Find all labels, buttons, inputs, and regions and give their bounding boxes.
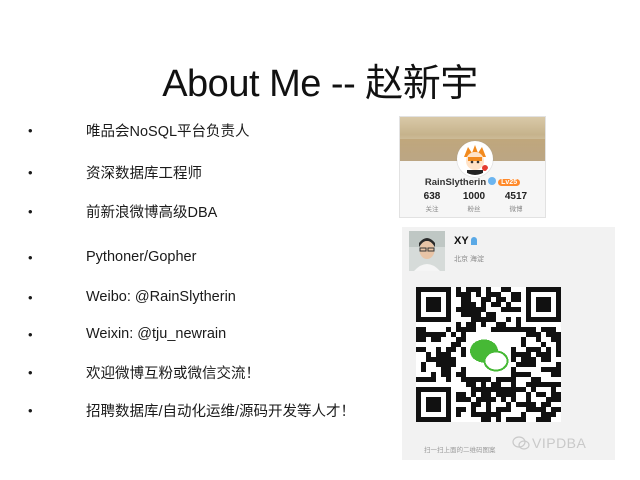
weibo-avatar	[457, 141, 493, 177]
qr-caption: 扫一扫上面的二维码图案	[424, 447, 496, 454]
bullet-item: • 招聘数据库/自动化运维/源码开发等人才！	[28, 399, 355, 421]
bullet-text: 前新浪微博高级DBA	[86, 204, 218, 221]
bullet-marker: •	[28, 289, 33, 305]
weibo-username-row: RainSlytherin Lv25	[400, 177, 545, 188]
bullet-marker: •	[28, 402, 33, 418]
bullet-text: Weixin: @tju_newrain	[86, 326, 227, 342]
bullet-item: • Weixin: @tju_newrain	[28, 323, 226, 345]
wechat-qr-card: XY 北京 海淀 扫一扫上面的二维码图案 VIPDBA	[402, 227, 615, 460]
bullet-item: • 欢迎微博互粉或微信交流！	[28, 361, 260, 383]
watermark-text: VIPDBA	[532, 435, 587, 451]
bullet-text: 欢迎微博互粉或微信交流！	[86, 365, 260, 382]
wechat-name-row: XY	[454, 235, 477, 247]
qr-code-icon	[416, 287, 561, 422]
stat-value: 1000	[462, 191, 486, 202]
verified-icon	[488, 177, 497, 185]
weibo-stat-following[interactable]: 638 关注	[414, 191, 450, 213]
bullet-text: 资深数据库工程师	[86, 165, 202, 182]
bullet-list: • 唯品会NoSQL平台负责人 • 资深数据库工程师 • 前新浪微博高级DBA …	[0, 0, 390, 480]
weibo-stats: 638 关注 1000 粉丝 4517 微博	[414, 191, 534, 213]
bullet-text: 唯品会NoSQL平台负责人	[86, 123, 250, 140]
bullet-text: Weibo: @RainSlytherin	[86, 289, 236, 305]
bullet-item: • 唯品会NoSQL平台负责人	[28, 119, 250, 141]
bullet-marker: •	[28, 364, 33, 380]
wechat-name: XY	[454, 235, 469, 247]
wechat-watermark-icon	[512, 436, 530, 450]
bullet-marker: •	[28, 249, 33, 265]
bullet-item: • Weibo: @RainSlytherin	[28, 286, 236, 308]
wechat-region: 北京 海淀	[454, 256, 484, 263]
watermark: VIPDBA	[512, 435, 586, 451]
weibo-username: RainSlytherin	[424, 177, 487, 188]
bullet-text: Pythoner/Gopher	[86, 249, 197, 265]
level-badge: Lv25	[498, 179, 521, 186]
bullet-marker: •	[28, 164, 33, 180]
bullet-marker: •	[28, 203, 33, 219]
bullet-item: • 前新浪微博高级DBA	[28, 200, 217, 222]
stat-label: 关注	[425, 206, 439, 213]
wechat-avatar	[409, 231, 445, 271]
wechat-qr-code[interactable]	[416, 287, 561, 422]
weibo-profile-card: RainSlytherin Lv25 638 关注 1000 粉丝 4517 微博	[399, 116, 546, 218]
wechat-logo-icon	[468, 334, 509, 375]
stat-label: 粉丝	[467, 206, 481, 213]
stat-value: 4517	[504, 191, 528, 202]
avatar-cartoon-icon	[459, 143, 491, 175]
bullet-item: • Pythoner/Gopher	[28, 246, 196, 268]
weibo-stat-posts[interactable]: 4517 微博	[498, 191, 534, 213]
bullet-marker: •	[28, 326, 33, 342]
slide: About Me -- 赵新宇 • 唯品会NoSQL平台负责人 • 资深数据库工…	[0, 0, 640, 480]
bullet-item: • 资深数据库工程师	[28, 161, 202, 183]
male-icon	[470, 237, 477, 245]
weibo-stat-followers[interactable]: 1000 粉丝	[456, 191, 492, 213]
stat-label: 微博	[509, 206, 523, 213]
bullet-text: 招聘数据库/自动化运维/源码开发等人才！	[86, 403, 356, 420]
stat-value: 638	[423, 191, 441, 202]
avatar-photo-icon	[409, 231, 445, 271]
bullet-marker: •	[28, 122, 33, 138]
